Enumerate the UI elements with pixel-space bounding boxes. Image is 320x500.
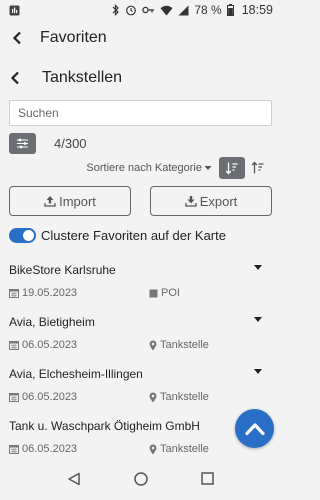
pin-icon bbox=[149, 444, 157, 454]
list-item[interactable]: Avia, Elchesheim-Illingen 06.05.2023 Tan… bbox=[0, 364, 281, 416]
chevron-up-icon bbox=[244, 422, 265, 435]
battery-icon bbox=[226, 4, 234, 16]
battery-percent: 78 % bbox=[194, 3, 222, 17]
filter-row: 4/300 bbox=[9, 132, 281, 154]
calendar-icon bbox=[9, 289, 19, 298]
sort-label: Sortiere nach Kategorie bbox=[86, 162, 202, 174]
item-date: 06.05.2023 bbox=[22, 391, 78, 403]
cluster-toggle[interactable] bbox=[9, 227, 36, 243]
expand-caret-icon[interactable] bbox=[254, 369, 262, 374]
page-title: Favoriten bbox=[40, 29, 107, 46]
item-name: Avia, Elchesheim-Illingen bbox=[9, 367, 143, 381]
favorites-header: Favoriten bbox=[0, 20, 281, 56]
export-button[interactable]: Export bbox=[150, 186, 272, 216]
item-category: Tankstelle bbox=[160, 391, 209, 403]
item-category: Tankstelle bbox=[160, 339, 209, 351]
back-button[interactable] bbox=[12, 31, 34, 45]
alarm-icon bbox=[125, 4, 137, 16]
sort-ascending-icon bbox=[225, 162, 238, 175]
import-export-row: Import Export bbox=[9, 186, 272, 216]
import-button[interactable]: Import bbox=[9, 186, 131, 216]
download-icon bbox=[185, 196, 197, 207]
circle-home-icon bbox=[134, 471, 148, 486]
clock: 18:59 bbox=[241, 3, 273, 17]
expand-caret-icon[interactable] bbox=[254, 317, 262, 322]
chevron-left-icon bbox=[12, 31, 21, 45]
item-name: BikeStore Karlsruhe bbox=[9, 263, 116, 277]
search-input[interactable]: Suchen bbox=[9, 100, 272, 126]
system-nav-bar bbox=[0, 462, 281, 500]
nav-recents-button[interactable] bbox=[201, 472, 215, 490]
sliders-icon bbox=[17, 138, 28, 148]
item-name: Avia, Bietigheim bbox=[9, 315, 95, 329]
bluetooth-icon bbox=[112, 4, 120, 16]
pin-icon bbox=[149, 392, 157, 402]
calendar-icon bbox=[9, 393, 19, 402]
item-category: Tankstelle bbox=[160, 443, 209, 455]
sort-row: Sortiere nach Kategorie bbox=[0, 157, 281, 179]
caret-down-icon bbox=[204, 166, 212, 170]
item-date: 19.05.2023 bbox=[22, 287, 78, 299]
search-placeholder: Suchen bbox=[18, 106, 59, 120]
calendar-icon bbox=[9, 445, 19, 454]
sort-descending-icon bbox=[251, 161, 264, 174]
export-label: Export bbox=[199, 193, 238, 209]
sort-dropdown[interactable]: Sortiere nach Kategorie bbox=[86, 162, 212, 174]
scroll-to-top-button[interactable] bbox=[235, 409, 274, 448]
filter-button[interactable] bbox=[9, 132, 36, 154]
import-label: Import bbox=[59, 193, 96, 209]
expand-caret-icon[interactable] bbox=[254, 265, 262, 270]
pin-icon bbox=[149, 340, 157, 350]
sort-descending-button[interactable] bbox=[247, 157, 269, 179]
list-item[interactable]: BikeStore Karlsruhe 19.05.2023 POI bbox=[0, 260, 281, 312]
cluster-toggle-label: Clustere Favoriten auf der Karte bbox=[41, 227, 226, 243]
nav-back-button[interactable] bbox=[67, 472, 81, 491]
poi-square-icon bbox=[149, 289, 158, 297]
status-bar: 78 % 18:59 bbox=[0, 0, 281, 20]
upload-icon bbox=[44, 196, 56, 207]
item-date: 06.05.2023 bbox=[22, 443, 78, 455]
category-header: Tankstellen bbox=[0, 56, 281, 100]
list-item[interactable]: Avia, Bietigheim 06.05.2023 Tankstelle bbox=[0, 312, 281, 364]
key-icon bbox=[142, 5, 155, 15]
category-back-button[interactable] bbox=[10, 71, 32, 85]
wifi-icon bbox=[160, 5, 173, 16]
item-category: POI bbox=[161, 287, 180, 299]
square-recents-icon bbox=[201, 472, 215, 485]
nav-home-button[interactable] bbox=[134, 471, 148, 491]
favorites-count: 4/300 bbox=[54, 135, 87, 151]
item-name: Tank u. Waschpark Ötigheim GmbH bbox=[9, 419, 200, 433]
triangle-back-icon bbox=[67, 472, 80, 485]
calendar-icon bbox=[9, 341, 19, 350]
signal-icon bbox=[178, 5, 189, 16]
app-notification-icon bbox=[9, 5, 20, 16]
sort-ascending-button[interactable] bbox=[219, 157, 245, 179]
item-date: 06.05.2023 bbox=[22, 339, 78, 351]
category-title: Tankstellen bbox=[42, 69, 123, 86]
cluster-toggle-row: Clustere Favoriten auf der Karte bbox=[9, 224, 281, 246]
chevron-left-icon bbox=[10, 71, 19, 85]
